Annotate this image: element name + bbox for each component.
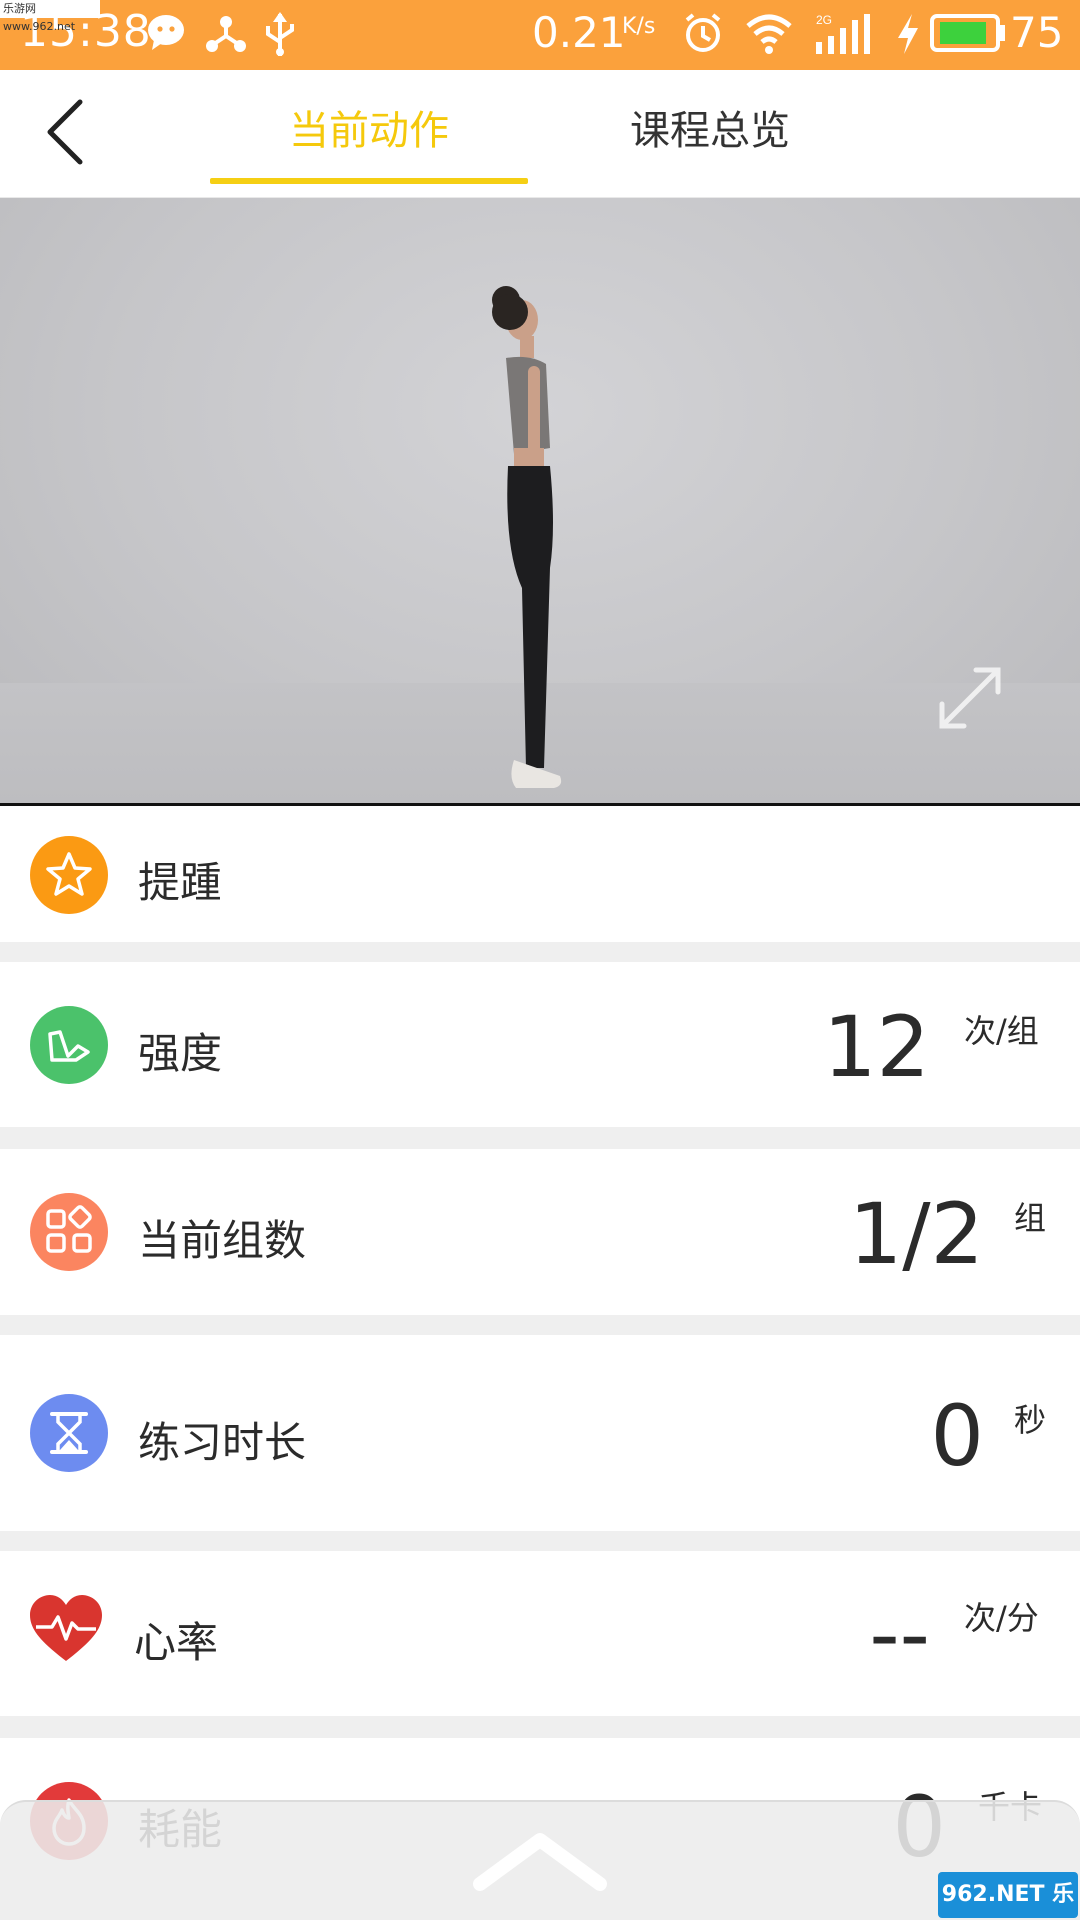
divider <box>0 1531 1080 1551</box>
site-watermark: 962.NET 乐游网 <box>938 1872 1078 1918</box>
hourglass-icon <box>30 1394 108 1472</box>
network-speed-unit: K/s <box>622 14 656 39</box>
grid-icon <box>30 1193 108 1271</box>
expand-drawer-button[interactable] <box>468 1820 612 1900</box>
heart-rate-icon <box>30 1595 102 1661</box>
current-set-row: 当前组数 1/2 组 <box>0 1149 1080 1315</box>
wifi-icon <box>746 14 792 54</box>
divider <box>0 1315 1080 1335</box>
battery-icon <box>930 14 1005 52</box>
exercise-name: 提踵 <box>138 858 223 907</box>
star-icon <box>30 836 108 914</box>
current-set-unit: 组 <box>1014 1199 1047 1237</box>
tab-course-overview[interactable]: 课程总览 <box>580 98 840 158</box>
status-bar: 15:38 乐游网 www.962.net 0.21 K/s 2G 75 <box>0 0 1080 70</box>
usb-icon <box>266 12 294 56</box>
chevron-up-icon <box>473 1833 607 1891</box>
heart-rate-label: 心率 <box>134 1618 219 1667</box>
tab-current-action[interactable]: 当前动作 <box>210 98 528 158</box>
heart-rate-unit: 次/分 <box>964 1599 1039 1637</box>
duration-value: 0 <box>930 1387 984 1485</box>
intensity-label: 强度 <box>138 1029 223 1078</box>
exercise-name-row: 提踵 <box>0 809 1080 942</box>
divider <box>0 1716 1080 1738</box>
alarm-icon <box>685 13 721 52</box>
current-set-label: 当前组数 <box>138 1216 307 1265</box>
duration-row: 练习时长 0 秒 <box>0 1335 1080 1531</box>
share-icon <box>206 16 246 52</box>
charging-icon <box>898 14 918 54</box>
heart-rate-row: 心率 -- 次/分 <box>0 1551 1080 1716</box>
heart-rate-value: -- <box>869 1585 930 1683</box>
intensity-row: 强度 12 次/组 <box>0 962 1080 1127</box>
network-type-label: 2G <box>816 13 832 27</box>
back-button[interactable] <box>40 92 110 172</box>
divider <box>0 942 1080 962</box>
chevron-left-icon <box>47 99 83 165</box>
intensity-unit: 次/组 <box>964 1012 1039 1050</box>
duration-unit: 秒 <box>1014 1401 1047 1439</box>
dumbbell-icon <box>30 1006 108 1084</box>
watermark-label: 乐游网 www.962.net <box>0 0 100 33</box>
battery-percent: 75 <box>1010 8 1064 57</box>
wechat-icon <box>148 15 184 50</box>
fullscreen-button[interactable] <box>930 658 1010 738</box>
fullscreen-icon <box>939 667 1001 729</box>
duration-label: 练习时长 <box>138 1418 307 1467</box>
divider <box>0 1127 1080 1149</box>
tab-active-indicator <box>210 178 528 184</box>
exercise-video[interactable] <box>0 198 1080 806</box>
header-bar: 当前动作 课程总览 <box>0 70 1080 198</box>
exercise-figure <box>492 286 562 788</box>
network-speed: 0.21 <box>532 8 626 57</box>
intensity-value: 12 <box>823 998 930 1096</box>
signal-icon: 2G <box>816 13 870 54</box>
current-set-value: 1/2 <box>848 1185 984 1283</box>
